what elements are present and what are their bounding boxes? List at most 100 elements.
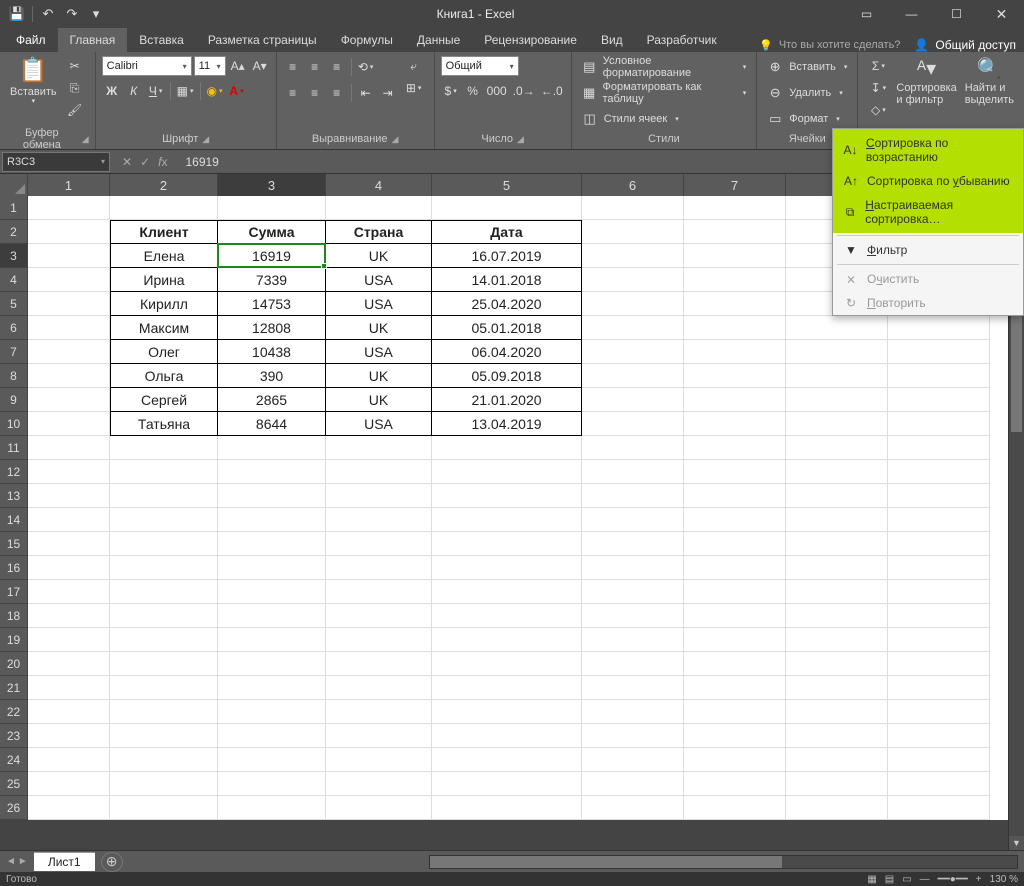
maximize-button[interactable]: ☐ — [934, 0, 979, 28]
cell-r24c6[interactable] — [582, 748, 684, 772]
cell-r20c6[interactable] — [582, 652, 684, 676]
cell-r24c5[interactable] — [432, 748, 582, 772]
cell-r13c2[interactable] — [110, 484, 218, 508]
underline-button[interactable]: Ч▾ — [146, 81, 166, 101]
tab-view[interactable]: Вид — [589, 28, 635, 52]
cell-r16c3[interactable] — [218, 556, 326, 580]
number-format-combo[interactable]: Общий▾ — [441, 56, 519, 76]
cell-r21c1[interactable] — [28, 676, 110, 700]
cell-r18c6[interactable] — [582, 604, 684, 628]
cell-r14c4[interactable] — [326, 508, 432, 532]
sheet-tab-1[interactable]: Лист1 — [34, 852, 95, 871]
cell-r12c2[interactable] — [110, 460, 218, 484]
cell-r1c3[interactable] — [218, 196, 326, 220]
cell-r22c5[interactable] — [432, 700, 582, 724]
tab-developer[interactable]: Разработчик — [635, 28, 729, 52]
cell-r16c2[interactable] — [110, 556, 218, 580]
cell-r3c1[interactable] — [28, 244, 110, 268]
cell-r17c7[interactable] — [684, 580, 786, 604]
cell-r10c3[interactable]: 8644 — [218, 412, 326, 436]
cell-r2c7[interactable] — [684, 220, 786, 244]
paste-button[interactable]: 📋 Вставить ▾ — [6, 56, 61, 108]
cell-r5c6[interactable] — [582, 292, 684, 316]
menu-filter[interactable]: ▼Фильтр — [833, 238, 1023, 262]
cell-r18c7[interactable] — [684, 604, 786, 628]
cell-r20c7[interactable] — [684, 652, 786, 676]
cell-r7c2[interactable]: Олег — [110, 340, 218, 364]
cell-r4c6[interactable] — [582, 268, 684, 292]
cell-r26c1[interactable] — [28, 796, 110, 820]
cell-r11c5[interactable] — [432, 436, 582, 460]
cell-r11c4[interactable] — [326, 436, 432, 460]
cell-r24c2[interactable] — [110, 748, 218, 772]
cell-r8c4[interactable]: UK — [326, 364, 432, 388]
cell-r4c3[interactable]: 7339 — [218, 268, 326, 292]
comma-button[interactable]: 000 — [485, 81, 509, 101]
cell-r17c6[interactable] — [582, 580, 684, 604]
cell-r26c2[interactable] — [110, 796, 218, 820]
cell-r18c1[interactable] — [28, 604, 110, 628]
cell-r20c3[interactable] — [218, 652, 326, 676]
cell-r20c8[interactable] — [786, 652, 888, 676]
cell-r20c2[interactable] — [110, 652, 218, 676]
row-header-15[interactable]: 15 — [0, 532, 28, 556]
fx-button[interactable]: fx — [158, 155, 167, 169]
row-header-24[interactable]: 24 — [0, 748, 28, 772]
cell-r7c3[interactable]: 10438 — [218, 340, 326, 364]
cell-r16c6[interactable] — [582, 556, 684, 580]
autosum-button[interactable]: Σ▾ — [868, 56, 888, 76]
format-cells-button[interactable]: ▭Формат▾ — [763, 108, 851, 130]
cell-r11c9[interactable] — [888, 436, 990, 460]
cell-r4c2[interactable]: Ирина — [110, 268, 218, 292]
row-header-17[interactable]: 17 — [0, 580, 28, 604]
cell-r25c2[interactable] — [110, 772, 218, 796]
cell-r7c8[interactable] — [786, 340, 888, 364]
conditional-formatting-button[interactable]: ▤Условное форматирование▾ — [578, 56, 751, 78]
cell-r10c1[interactable] — [28, 412, 110, 436]
insert-cells-button[interactable]: ⊕Вставить▾ — [763, 56, 851, 78]
col-header-6[interactable]: 6 — [582, 174, 684, 196]
cell-r13c7[interactable] — [684, 484, 786, 508]
menu-sort-descending[interactable]: A↑Сортировка по убыванию — [833, 169, 1023, 193]
cell-r1c7[interactable] — [684, 196, 786, 220]
row-header-8[interactable]: 8 — [0, 364, 28, 388]
cell-r4c5[interactable]: 14.01.2018 — [432, 268, 582, 292]
cell-r8c7[interactable] — [684, 364, 786, 388]
cell-r6c8[interactable] — [786, 316, 888, 340]
orientation-button[interactable]: ⟲▾ — [356, 57, 376, 77]
sort-filter-button[interactable]: ᴬ▾ Сортировка и фильтр — [892, 56, 960, 108]
cell-r3c3[interactable]: 16919 — [218, 244, 326, 268]
row-header-7[interactable]: 7 — [0, 340, 28, 364]
cell-r22c2[interactable] — [110, 700, 218, 724]
cell-r2c5[interactable]: Дата — [432, 220, 582, 244]
increase-indent-button[interactable]: ⇥ — [378, 83, 398, 103]
cell-r16c5[interactable] — [432, 556, 582, 580]
cell-r9c5[interactable]: 21.01.2020 — [432, 388, 582, 412]
cell-r19c9[interactable] — [888, 628, 990, 652]
cell-r12c7[interactable] — [684, 460, 786, 484]
cell-r21c6[interactable] — [582, 676, 684, 700]
cell-r13c3[interactable] — [218, 484, 326, 508]
cell-r11c2[interactable] — [110, 436, 218, 460]
cell-r24c3[interactable] — [218, 748, 326, 772]
cell-r5c3[interactable]: 14753 — [218, 292, 326, 316]
cell-r9c2[interactable]: Сергей — [110, 388, 218, 412]
col-header-7[interactable]: 7 — [684, 174, 786, 196]
cell-r4c4[interactable]: USA — [326, 268, 432, 292]
wrap-text-button[interactable]: ⤶ — [404, 56, 424, 76]
cell-r8c1[interactable] — [28, 364, 110, 388]
number-launcher[interactable]: ◢ — [517, 134, 524, 145]
cell-r11c7[interactable] — [684, 436, 786, 460]
cell-r3c7[interactable] — [684, 244, 786, 268]
alignment-launcher[interactable]: ◢ — [392, 134, 399, 145]
cell-r6c1[interactable] — [28, 316, 110, 340]
cell-r6c7[interactable] — [684, 316, 786, 340]
cell-r22c4[interactable] — [326, 700, 432, 724]
cancel-formula-button[interactable]: ✕ — [122, 155, 132, 169]
cell-r18c4[interactable] — [326, 604, 432, 628]
col-header-5[interactable]: 5 — [432, 174, 582, 196]
cell-r12c1[interactable] — [28, 460, 110, 484]
cell-r23c8[interactable] — [786, 724, 888, 748]
cell-r9c8[interactable] — [786, 388, 888, 412]
align-middle-button[interactable]: ≡ — [305, 57, 325, 77]
